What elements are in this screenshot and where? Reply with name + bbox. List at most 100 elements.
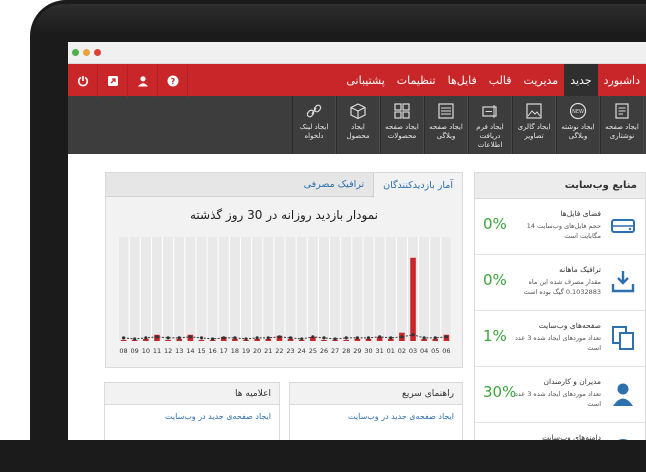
chart-point — [311, 335, 315, 339]
svg-text:?: ? — [170, 77, 175, 86]
chart-point — [121, 336, 126, 340]
chart-tick-label: 30 — [364, 347, 372, 355]
resource-item: ترافیک ماهانه مقدار مصرف شده این ماه 0.10… — [475, 255, 645, 311]
notices-link[interactable]: ایجاد صفحه‌ی جدید در وب‌سایت — [105, 405, 279, 421]
chart-tick-label: 15 — [197, 347, 205, 355]
toolbar-item-list[interactable]: ایجاد صفحه وبلاگی — [424, 96, 468, 154]
website-resources-panel: منابع وب‌سایت فضای فایل‌ها حجم فایل‌های و… — [474, 172, 646, 440]
chart-point — [211, 337, 215, 341]
chart-point — [255, 336, 259, 340]
nav-item-support[interactable]: پشتیبانی — [340, 64, 390, 96]
chart-tick-label: 08 — [119, 347, 127, 355]
chart-point — [266, 336, 270, 340]
chart-point — [322, 336, 326, 340]
pages-icon — [612, 326, 634, 350]
chart-tick-label: 12 — [164, 347, 172, 355]
nav-item-new[interactable]: جدید — [564, 64, 598, 96]
resources-list: فضای فایل‌ها حجم فایل‌های وب‌سایت 14 مگاب… — [475, 199, 645, 440]
page-icon — [615, 103, 629, 119]
maximize-dot[interactable] — [72, 49, 79, 56]
chart-tick-label: 01 — [387, 347, 395, 355]
chart-bar — [198, 339, 205, 341]
statistics-tabs: آمار بازدیدکنندگان ترافیک مصرفی — [106, 173, 462, 198]
new-badge-icon: NEW — [569, 102, 587, 120]
browser-bar — [68, 42, 646, 64]
chart-point — [300, 337, 304, 341]
resource-percent: 0% — [483, 215, 507, 233]
chart-bar — [165, 339, 171, 341]
resource-percent: 30% — [483, 383, 517, 401]
chart-tick-label: 31 — [375, 347, 383, 355]
user-icon — [613, 383, 633, 406]
notices-panel: اعلامیه ها ایجاد صفحه‌ی جدید در وب‌سایت — [104, 382, 280, 440]
close-dot[interactable] — [94, 49, 101, 56]
resource-item: دامنه‌های وب‌سایت — [475, 423, 645, 440]
toolbar-item-grid[interactable]: ایجاد صفحه محصولات — [380, 96, 424, 154]
dashboard-content: منابع وب‌سایت فضای فایل‌ها حجم فایل‌های و… — [68, 154, 646, 440]
toolbar-item-page[interactable]: ایجاد صفحه نوشتاری — [600, 96, 644, 154]
chart-bar — [410, 257, 416, 341]
toolbar-item-gallery[interactable]: ایجاد گالری تصاویر — [512, 96, 556, 154]
tab-visitor-stats[interactable]: آمار بازدیدکنندگان — [373, 173, 462, 198]
user-account-icon[interactable] — [128, 65, 158, 97]
nav-item-files[interactable]: فایل‌ها — [442, 64, 483, 96]
resource-description: تعداد موردهای ایجاد شده 3 عدد است — [514, 334, 601, 352]
nav-item-manage[interactable]: مدیریت — [518, 64, 565, 96]
device-bezel-shine — [34, 4, 646, 34]
toolbar-item-label: ایجاد صفحه نوشتاری — [605, 123, 639, 140]
resource-title: فضای فایل‌ها — [560, 209, 601, 218]
chart-tick-label: 10 — [142, 347, 150, 355]
toolbar-item-form[interactable]: ایجاد فرم دریافت اطلاعات — [468, 96, 512, 154]
quick-create-toolbar: ایجاد صفحه نوشتاری NEW ایجاد نوشته وبلاگی ا… — [68, 96, 646, 154]
chart-point — [389, 336, 393, 340]
chart-tick-label: 26 — [320, 347, 328, 355]
resources-title: منابع وب‌سایت — [475, 173, 645, 199]
svg-text:NEW: NEW — [572, 109, 584, 115]
chart-tick-label: 28 — [342, 347, 350, 355]
chart-point — [333, 337, 337, 341]
chart-tick-label: 13 — [175, 347, 183, 355]
chart-tick-label: 17 — [220, 347, 228, 355]
quick-guide-link[interactable]: ایجاد صفحه‌ی جدید در وب‌سایت — [290, 405, 462, 421]
chart-point — [366, 336, 371, 340]
chart-tick-label: 18 — [231, 347, 239, 355]
minimize-dot[interactable] — [83, 49, 90, 56]
chart-point — [400, 335, 404, 339]
grid-icon — [394, 103, 410, 119]
chart-tick-label: 16 — [208, 347, 216, 355]
quick-guide-title: راهنمای سریع — [290, 383, 462, 405]
chart-point — [411, 333, 415, 337]
tab-traffic-usage[interactable]: ترافیک مصرفی — [295, 173, 373, 196]
chart-point — [188, 335, 192, 339]
nav-item-template[interactable]: قالب — [483, 64, 518, 96]
nav-item-settings[interactable]: تنظیمات — [391, 64, 442, 96]
toolbar-item-new-badge[interactable]: NEW ایجاد نوشته وبلاگی — [556, 96, 600, 154]
chart-tick-label: 14 — [186, 347, 194, 355]
screen: داشبورد جدید مدیریت قالب فایل‌ها تنظیمات پشتیب… — [68, 42, 646, 440]
nav-item-dashboard[interactable]: داشبورد — [598, 64, 646, 96]
resource-title: مدیران و کارمندان — [543, 377, 601, 386]
toolbar-item-link[interactable]: ایجاد لینک دلخواه — [292, 96, 336, 154]
chart-point — [177, 336, 181, 340]
chart-bar — [120, 339, 127, 341]
resource-title: صفحه‌های وب‌سایت — [538, 321, 601, 330]
external-link-icon[interactable] — [98, 65, 128, 97]
download-icon — [611, 271, 635, 293]
chart-tick-label: 06 — [442, 347, 450, 355]
chart-tick-label: 29 — [353, 347, 361, 355]
link-icon — [306, 104, 322, 118]
storage-icon — [611, 219, 635, 233]
toolbar-item-label: ایجاد محصول — [346, 123, 370, 140]
chart-tick-label: 21 — [264, 347, 272, 355]
help-icon[interactable]: ? — [158, 65, 188, 97]
chart-point — [433, 336, 437, 340]
toolbar-item-box[interactable]: ایجاد محصول — [336, 96, 380, 154]
toolbar-item-label: ایجاد گالری تصاویر — [517, 123, 551, 140]
resource-item: فضای فایل‌ها حجم فایل‌های وب‌سایت 14 مگاب… — [475, 199, 645, 255]
box-icon — [350, 103, 366, 120]
power-icon[interactable] — [68, 65, 98, 97]
chart-point — [222, 336, 226, 340]
list-icon — [438, 103, 454, 119]
nav-icon-group: ? — [68, 65, 188, 97]
chart-point — [422, 336, 426, 340]
